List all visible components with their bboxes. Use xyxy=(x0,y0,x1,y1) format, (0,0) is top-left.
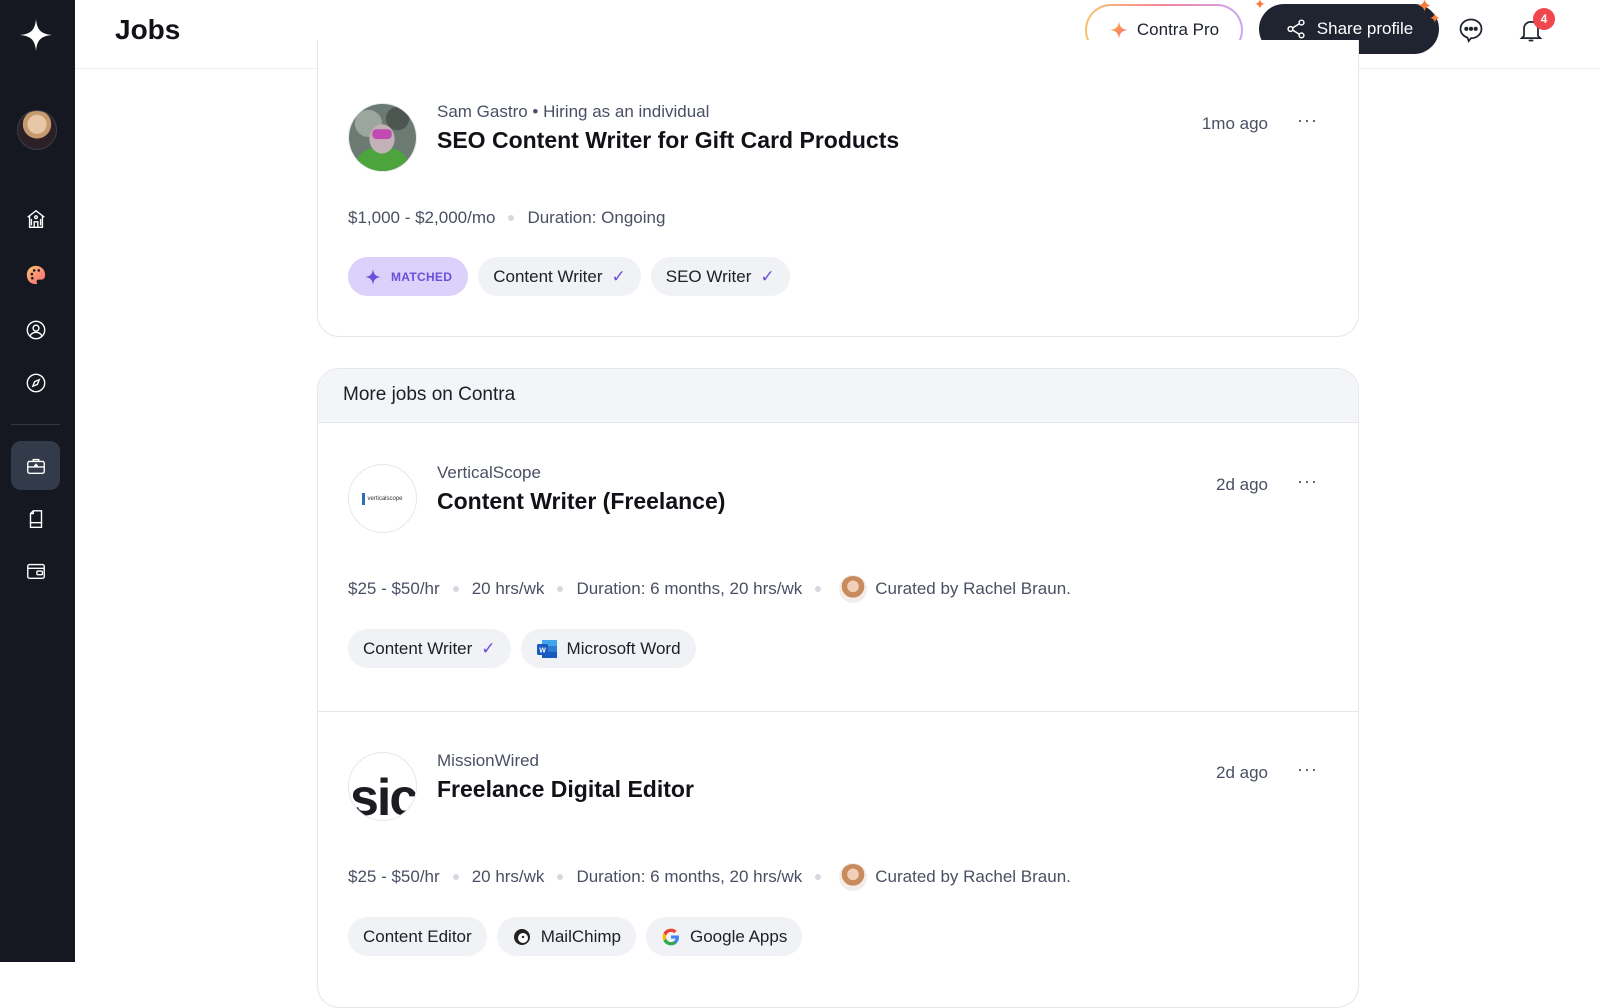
job-rate: $1,000 - $2,000/mo xyxy=(348,208,496,227)
separator-dot xyxy=(452,874,459,880)
skill-tag[interactable]: SEO Writer ✓ xyxy=(650,257,790,296)
skill-tag[interactable]: Content Writer ✓ xyxy=(348,629,511,668)
contra-pro-label: Contra Pro xyxy=(1136,20,1220,39)
check-icon: ✓ xyxy=(611,266,626,286)
tag-label: Content Editor xyxy=(363,926,472,946)
separator-dot xyxy=(815,874,822,880)
job-rate: $25 - $50/hr xyxy=(348,867,440,886)
more-jobs-card: More jobs on Contra verticalscope Vertic… xyxy=(317,368,1359,1008)
skill-tag[interactable]: Content Writer ✓ xyxy=(478,257,641,296)
sparkle-decoration-icon: ✦ xyxy=(1254,0,1266,12)
curator-avatar xyxy=(839,863,868,891)
compass-icon xyxy=(26,373,45,392)
job-tags: Content Editor MailChimp Google Apps xyxy=(348,917,803,956)
company-logo xyxy=(348,103,417,172)
check-icon: ✓ xyxy=(481,638,496,658)
job-meta: $25 - $50/hr 20 hrs/wk Duration: 6 month… xyxy=(348,575,1071,603)
share-profile-label: Share profile xyxy=(1316,19,1414,38)
tool-tag[interactable]: MailChimp xyxy=(496,917,636,956)
sidebar-divider xyxy=(11,424,60,425)
google-icon xyxy=(662,928,679,945)
matched-label: MATCHED xyxy=(391,269,453,284)
job-tags: Content Writer ✓ W Microsoft Word xyxy=(348,629,696,668)
wallet-icon xyxy=(26,563,45,579)
tag-label: MailChimp xyxy=(540,926,621,946)
more-options-button[interactable]: ··· xyxy=(1297,759,1318,780)
tag-label: Content Writer xyxy=(363,638,473,658)
job-title[interactable]: Freelance Digital Editor xyxy=(437,776,694,803)
job-title[interactable]: SEO Content Writer for Gift Card Product… xyxy=(437,127,899,154)
logo-text: sic xyxy=(350,768,417,821)
job-hours: 20 hrs/wk xyxy=(471,579,545,598)
separator-dot xyxy=(557,874,564,880)
job-company: MissionWired xyxy=(437,751,540,770)
separator-dot xyxy=(452,586,459,592)
matched-badge: MATCHED xyxy=(348,257,469,296)
job-duration: Duration: 6 months, 20 hrs/wk xyxy=(576,867,803,886)
job-posted-time: 1mo ago xyxy=(1201,114,1268,133)
more-options-button[interactable]: ··· xyxy=(1297,110,1318,131)
profile-icon xyxy=(26,320,45,339)
messages-button[interactable] xyxy=(1453,12,1489,48)
tag-label: Microsoft Word xyxy=(566,638,681,658)
separator-dot xyxy=(815,586,822,592)
chat-icon xyxy=(1459,18,1483,43)
briefcase-icon xyxy=(26,458,45,474)
sidebar-item-home[interactable] xyxy=(11,194,60,243)
company-logo: verticalscope xyxy=(348,464,417,533)
job-company: Sam Gastro • Hiring as an individual xyxy=(437,102,710,121)
page-title: Jobs xyxy=(115,14,181,45)
sidebar xyxy=(0,0,75,962)
notifications-button[interactable]: 4 xyxy=(1513,8,1555,48)
job-rate: $25 - $50/hr xyxy=(348,579,440,598)
tag-label: Google Apps xyxy=(689,926,788,946)
company-logo: sic xyxy=(348,752,417,821)
job-divider xyxy=(318,711,1358,712)
job-duration: Duration: 6 months, 20 hrs/wk xyxy=(576,579,803,598)
job-hours: 20 hrs/wk xyxy=(471,867,545,886)
sparkle-icon xyxy=(364,268,382,285)
notification-badge: 4 xyxy=(1533,8,1555,30)
contra-logo-icon[interactable] xyxy=(19,18,53,52)
tag-label: Content Writer xyxy=(493,266,603,286)
tag-label: SEO Writer xyxy=(665,266,752,286)
job-tags: MATCHED Content Writer ✓ SEO Writer ✓ xyxy=(348,257,790,296)
user-avatar[interactable] xyxy=(17,110,57,150)
sidebar-item-jobs[interactable] xyxy=(11,441,60,490)
sidebar-item-wallet[interactable] xyxy=(11,546,60,595)
job-duration: Duration: Ongoing xyxy=(527,208,666,227)
curated-by: Curated by Rachel Braun. xyxy=(875,867,1071,886)
logo-text: verticalscope xyxy=(367,495,403,502)
job-title[interactable]: Content Writer (Freelance) xyxy=(437,488,725,515)
palette-icon xyxy=(26,265,45,284)
more-options-button[interactable]: ··· xyxy=(1297,471,1318,492)
home-icon xyxy=(26,209,45,228)
more-jobs-header: More jobs on Contra xyxy=(318,369,1358,423)
sidebar-item-profile[interactable] xyxy=(11,305,60,354)
job-meta: $25 - $50/hr 20 hrs/wk Duration: 6 month… xyxy=(348,863,1071,891)
tool-tag[interactable]: W Microsoft Word xyxy=(520,629,696,668)
sidebar-item-discover[interactable] xyxy=(11,358,60,407)
word-icon: W xyxy=(536,639,557,658)
sidebar-item-documents[interactable] xyxy=(11,494,60,543)
mailchimp-icon xyxy=(513,928,530,945)
job-posted-time: 2d ago xyxy=(1216,475,1268,494)
share-icon xyxy=(1287,19,1305,39)
curator-avatar xyxy=(839,575,868,603)
separator-dot xyxy=(557,586,564,592)
matched-job-card[interactable]: Sam Gastro • Hiring as an individual SEO… xyxy=(317,40,1359,337)
skill-tag[interactable]: Content Editor xyxy=(348,917,487,956)
svg-text:W: W xyxy=(539,647,546,654)
job-company: VerticalScope xyxy=(437,463,541,482)
separator-dot xyxy=(508,215,515,221)
job-meta: $1,000 - $2,000/mo Duration: Ongoing xyxy=(348,208,665,228)
sidebar-item-portfolio[interactable] xyxy=(11,250,60,299)
document-icon xyxy=(29,509,42,528)
job-posted-time: 2d ago xyxy=(1216,763,1268,782)
sparkle-icon xyxy=(1109,21,1128,39)
check-icon: ✓ xyxy=(760,266,775,286)
tool-tag[interactable]: Google Apps xyxy=(645,917,803,956)
curated-by: Curated by Rachel Braun. xyxy=(875,579,1071,598)
